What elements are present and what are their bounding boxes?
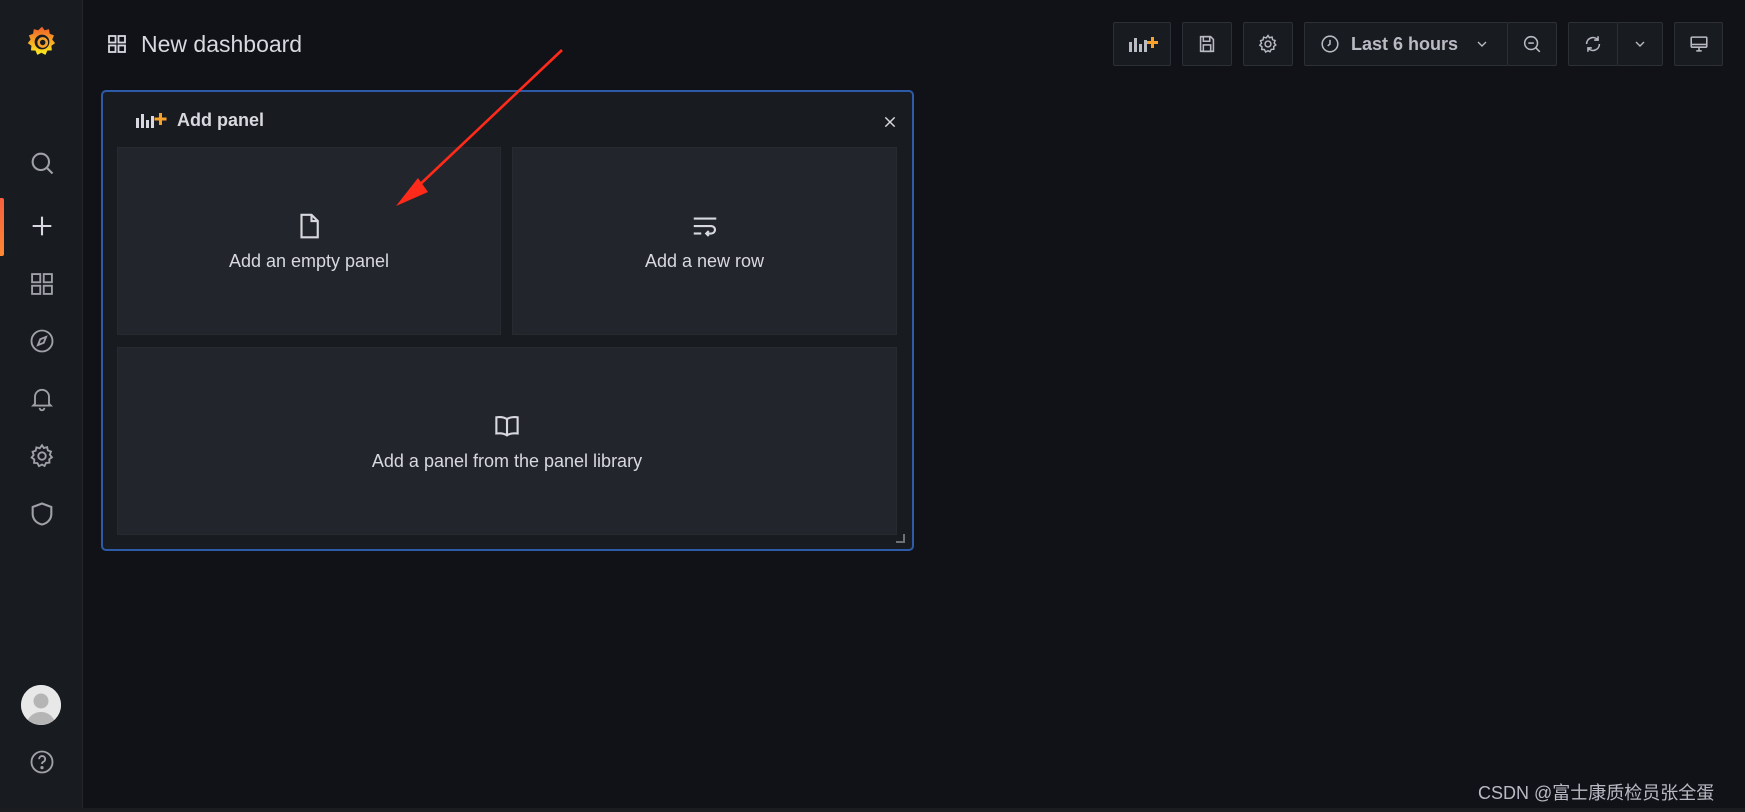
zoom-out-icon [1523, 35, 1541, 53]
resize-handle[interactable] [896, 534, 905, 543]
compass-icon [30, 329, 53, 353]
apps-icon [108, 35, 126, 53]
grafana-logo-icon [27, 26, 55, 55]
refresh-button[interactable] [1568, 22, 1618, 66]
tv-mode-button[interactable] [1674, 22, 1723, 66]
user-avatar-icon [21, 685, 61, 725]
chevron-down-icon [1477, 41, 1487, 47]
sidebar-item-server-admin[interactable] [0, 486, 83, 542]
watermark: CSDN @富士康质检员张全蛋 [1478, 783, 1715, 803]
close-button[interactable] [877, 109, 903, 135]
zoom-out-button[interactable] [1507, 22, 1557, 66]
grafana-logo[interactable] [0, 14, 83, 70]
question-circle-icon [30, 750, 53, 774]
monitor-icon [1689, 36, 1708, 52]
annotation-arrow [396, 49, 563, 206]
refresh-interval-dropdown[interactable] [1617, 22, 1663, 66]
add-panel-header: Add panel [135, 108, 264, 132]
add-library-panel-label: Add a panel from the panel library [371, 450, 643, 471]
time-range-label: Last 6 hours [1351, 33, 1459, 54]
search-icon [31, 152, 53, 175]
sidebar-item-create[interactable] [0, 198, 83, 254]
dashboard-settings-button[interactable] [1243, 22, 1293, 66]
sidebar-item-dashboards[interactable] [0, 256, 83, 312]
add-panel-icon [136, 113, 167, 128]
sidebar-item-alerting[interactable] [0, 370, 83, 426]
add-new-row-label: Add a new row [644, 250, 765, 271]
bell-icon [30, 388, 53, 412]
gear-icon [1258, 34, 1277, 53]
page-title-area: New dashboard [105, 26, 302, 62]
add-empty-panel-label: Add an empty panel [228, 250, 390, 271]
shield-icon [31, 502, 52, 526]
plus-icon [32, 216, 51, 236]
sidebar-item-explore[interactable] [0, 313, 83, 369]
book-open-icon [495, 415, 519, 437]
refresh-icon [1585, 36, 1601, 52]
page-title[interactable]: New dashboard [141, 31, 302, 58]
sidebar-item-help[interactable] [0, 734, 83, 790]
file-icon [300, 213, 319, 238]
sidebar-item-configuration[interactable] [0, 428, 83, 484]
wrap-text-icon [693, 216, 716, 237]
add-panel-title: Add panel [177, 109, 265, 130]
close-icon [884, 116, 896, 128]
time-range-picker[interactable]: Last 6 hours [1304, 22, 1508, 66]
bottom-strip [0, 808, 1745, 812]
gear-icon [29, 443, 53, 468]
add-panel-icon [1129, 37, 1158, 52]
avatar[interactable] [21, 685, 61, 725]
chevron-down-icon [1635, 41, 1645, 47]
save-dashboard-button[interactable] [1182, 22, 1232, 66]
sidebar-item-search[interactable] [0, 135, 83, 191]
clock-icon [1321, 35, 1339, 53]
save-icon [1199, 35, 1215, 53]
apps-icon [30, 273, 53, 295]
sidebar [0, 0, 83, 812]
add-panel-button[interactable] [1113, 22, 1171, 66]
add-library-panel-button[interactable]: Add a panel from the panel library [117, 347, 897, 535]
